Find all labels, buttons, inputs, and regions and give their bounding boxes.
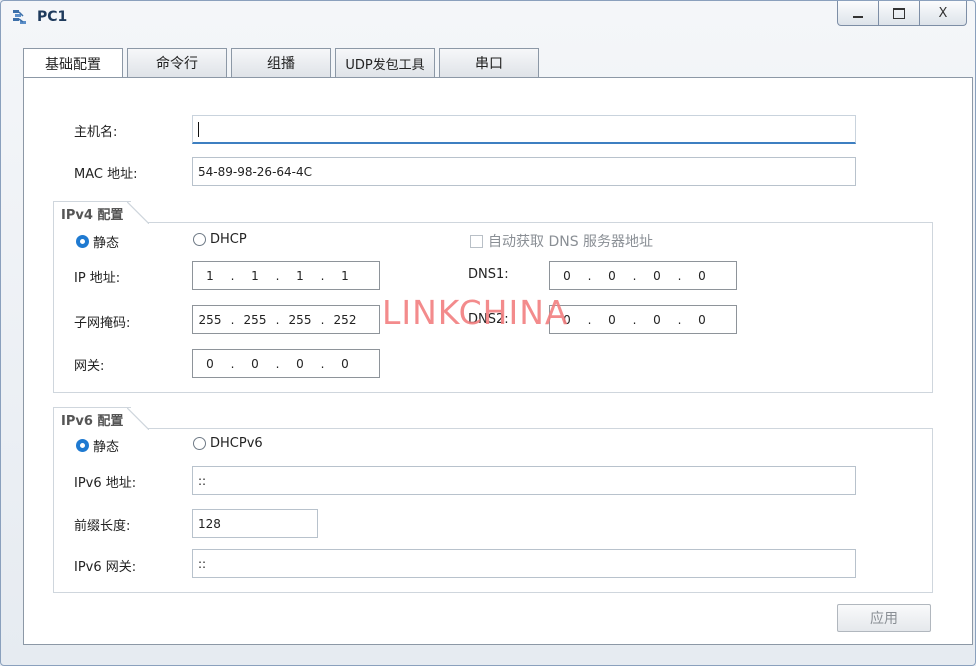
gateway-label: 网关:: [74, 359, 105, 374]
gateway-input[interactable]: 0. 0. 0. 0: [192, 349, 380, 378]
subnet-mask-input[interactable]: 255. 255. 255. 252: [192, 305, 380, 334]
window-title: PC1: [37, 9, 68, 25]
basic-config-panel: 主机名: MAC 地址: 54-89-98-26-64-4C IPv4 配置 静…: [23, 77, 973, 645]
ip-address-label: IP 地址:: [74, 271, 121, 286]
checkbox-icon: [470, 234, 483, 248]
apply-button[interactable]: 应用: [837, 604, 931, 632]
close-icon: X: [938, 5, 948, 21]
pc1-config-window: PC1 X 基础配置 命令行 组播 UDP发包工具 串口 主机名: MAC 地址…: [0, 0, 976, 666]
tab-basic-config[interactable]: 基础配置: [23, 48, 123, 78]
ipv6-address-label: IPv6 地址:: [74, 476, 137, 491]
minimize-button[interactable]: [837, 1, 879, 26]
auto-dns-checkbox[interactable]: 自动获取 DNS 服务器地址: [470, 231, 653, 251]
hostname-label: 主机名:: [74, 125, 118, 140]
dns1-input[interactable]: 0. 0. 0. 0: [549, 261, 737, 290]
text-caret: [198, 121, 199, 137]
dns1-label: DNS1:: [468, 267, 509, 282]
dns2-input[interactable]: 0. 0. 0. 0: [549, 305, 737, 334]
prefix-length-input[interactable]: 128: [192, 509, 318, 538]
ipv4-group-title: IPv4 配置: [53, 201, 149, 224]
watermark-text: LINKCHINA: [382, 293, 569, 332]
minimize-icon: [853, 16, 863, 18]
ipv6-gateway-label: IPv6 网关:: [74, 560, 137, 575]
title-bar[interactable]: PC1 X: [1, 1, 975, 33]
ip-address-input[interactable]: 1. 1. 1. 1: [192, 261, 380, 290]
tab-bar: 基础配置 命令行 组播 UDP发包工具 串口: [23, 48, 539, 78]
hostname-input[interactable]: [192, 115, 856, 144]
radio-selected-icon: [76, 439, 89, 452]
ipv6-group-title: IPv6 配置: [53, 407, 149, 430]
window-controls: X: [837, 1, 967, 26]
tab-udp-tool[interactable]: UDP发包工具: [335, 48, 435, 77]
network-pc-icon: [13, 10, 26, 24]
mac-address-field[interactable]: 54-89-98-26-64-4C: [192, 157, 856, 186]
maximize-icon: [893, 7, 905, 19]
mac-label: MAC 地址:: [74, 167, 138, 182]
ipv4-static-radio[interactable]: 静态: [76, 232, 119, 251]
ipv4-dhcp-radio[interactable]: DHCP: [193, 232, 247, 247]
tab-serial[interactable]: 串口: [439, 48, 539, 77]
ipv6-dhcpv6-radio[interactable]: DHCPv6: [193, 436, 263, 451]
maximize-button[interactable]: [879, 1, 920, 26]
radio-unselected-icon: [193, 233, 206, 246]
radio-unselected-icon: [193, 437, 206, 450]
ipv6-gateway-input[interactable]: ::: [192, 549, 856, 578]
ipv6-static-radio[interactable]: 静态: [76, 436, 119, 455]
prefix-length-label: 前缀长度:: [74, 519, 131, 534]
ipv6-address-input[interactable]: ::: [192, 466, 856, 495]
close-button[interactable]: X: [920, 1, 967, 26]
subnet-mask-label: 子网掩码:: [74, 316, 131, 331]
tab-command-line[interactable]: 命令行: [127, 48, 227, 77]
radio-selected-icon: [76, 235, 89, 248]
tab-multicast[interactable]: 组播: [231, 48, 331, 77]
